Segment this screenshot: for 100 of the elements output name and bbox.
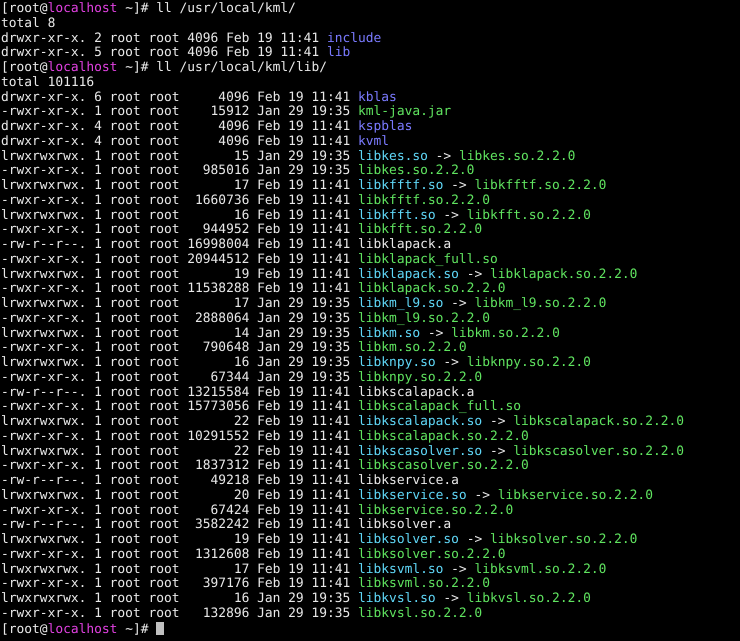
- file-name: libkscalapack.so.2.2.0: [358, 428, 529, 444]
- file-name: libkservice.so.2.2.0: [358, 502, 514, 518]
- file-info: -rw-r--r--. 1 root root 13215584 Feb 19 11:41: [1, 384, 350, 400]
- file-name: libkscalapack.so: [358, 414, 482, 429]
- file-info: -rwxr-xr-x. 1 root root 20944512 Feb 19 11:41: [1, 252, 350, 267]
- file-info: -rwxr-xr-x. 1 root root 15912 Jan 29 19:35: [1, 104, 350, 120]
- arrow-text: ->: [474, 488, 490, 503]
- total-text: total 101116: [1, 74, 94, 90]
- link-target: libksolver.so.2.2.0: [490, 532, 638, 547]
- file-name: libkfftf.so: [358, 178, 444, 193]
- command-text: ll /usr/local/kml/: [156, 1, 296, 16]
- file-name: include: [326, 30, 382, 46]
- file-info: lrwxrwxrwx. 1 root root 17 Feb 19 11:41: [1, 562, 350, 576]
- file-name: libksolver.a: [358, 517, 452, 532]
- cursor-icon: [156, 622, 164, 634]
- file-name: libkes.so: [358, 148, 428, 164]
- arrow-text: ->: [443, 208, 459, 222]
- file-info: drwxr-xr-x. 4 root root 4096 Feb 19 11:41: [1, 134, 350, 149]
- arrow-text: ->: [451, 296, 467, 311]
- arrow-text: ->: [451, 562, 467, 576]
- arrow-text: ->: [436, 148, 452, 164]
- file-info: -rwxr-xr-x. 1 root root 10291552 Feb 19 11:41: [1, 428, 350, 444]
- link-target: libkscasolver.so.2.2.0: [513, 444, 684, 458]
- file-name: libkm_l9.so: [358, 296, 444, 311]
- file-name: libksvml.so.2.2.0: [358, 576, 490, 592]
- link-target: libklapack.so.2.2.0: [490, 266, 638, 282]
- file-name: libkscasolver.so: [358, 444, 482, 458]
- file-info: lrwxrwxrwx. 1 root root 22 Feb 19 11:41: [1, 414, 350, 429]
- file-info: drwxr-xr-x. 2 root root 4096 Feb 19 11:41: [1, 30, 320, 46]
- shell-prompt: [root@localhost ~]#: [1, 622, 148, 636]
- file-name: libkm_l9.so.2.2.0: [358, 310, 490, 326]
- file-name: libkm.so.2.2.0: [358, 340, 467, 356]
- arrow-text: ->: [451, 178, 467, 193]
- file-name: libksolver.so: [358, 532, 459, 547]
- link-target: libkscalapack.so.2.2.0: [513, 414, 684, 429]
- command-text: ll /usr/local/kml/lib/: [156, 60, 327, 75]
- file-info: lrwxrwxrwx. 1 root root 16 Jan 29 19:35: [1, 355, 350, 370]
- link-target: libknpy.so.2.2.0: [466, 355, 591, 370]
- file-name: kblas: [358, 90, 397, 104]
- file-info: lrwxrwxrwx. 1 root root 19 Feb 19 11:41: [1, 266, 350, 282]
- file-name: libkscasolver.so.2.2.0: [358, 458, 529, 474]
- arrow-text: ->: [490, 444, 506, 458]
- file-name: libklapack.so.2.2.0: [358, 281, 506, 296]
- file-name: libknpy.so.2.2.0: [358, 370, 482, 385]
- file-info: -rwxr-xr-x. 1 root root 1660736 Feb 19 11:41: [1, 192, 350, 208]
- file-info: -rwxr-xr-x. 1 root root 790648 Jan 29 19:35: [1, 340, 350, 356]
- file-name: lib: [326, 45, 350, 60]
- link-target: libkvsl.so.2.2.0: [466, 591, 591, 606]
- file-name: libkservice.so: [358, 488, 467, 503]
- file-info: -rw-r--r--. 1 root root 49218 Feb 19 11:41: [1, 473, 350, 488]
- file-info: lrwxrwxrwx. 1 root root 17 Jan 29 19:35: [1, 296, 350, 311]
- file-info: -rwxr-xr-x. 1 root root 15773056 Feb 19 11:41: [1, 399, 350, 414]
- file-info: -rwxr-xr-x. 1 root root 2888064 Jan 29 19:35: [1, 310, 350, 326]
- file-info: -rwxr-xr-x. 1 root root 397176 Feb 19 11:41: [1, 576, 350, 592]
- arrow-text: ->: [443, 591, 459, 606]
- file-info: -rwxr-xr-x. 1 root root 67424 Feb 19 11:41: [1, 502, 350, 518]
- file-name: libkvsl.so.2.2.0: [358, 606, 482, 621]
- file-name: libkfft.so: [358, 208, 436, 222]
- file-name: kvml: [358, 134, 390, 149]
- file-name: kspblas: [358, 119, 412, 134]
- file-info: lrwxrwxrwx. 1 root root 16 Jan 29 19:35: [1, 591, 350, 606]
- file-info: lrwxrwxrwx. 1 root root 17 Feb 19 11:41: [1, 178, 350, 193]
- link-target: libkm_l9.so.2.2.0: [474, 296, 606, 311]
- arrow-text: ->: [428, 326, 444, 340]
- file-info: -rwxr-xr-x. 1 root root 1312608 Feb 19 11:41: [1, 546, 350, 562]
- link-target: libkservice.so.2.2.0: [498, 488, 653, 503]
- file-info: drwxr-xr-x. 4 root root 4096 Feb 19 11:41: [1, 119, 350, 134]
- arrow-text: ->: [466, 266, 482, 282]
- file-name: libklapack.a: [358, 237, 452, 252]
- file-name: libkvsl.so: [358, 591, 436, 606]
- file-info: -rw-r--r--. 1 root root 3582242 Feb 19 11:41: [1, 517, 350, 532]
- file-info: lrwxrwxrwx. 1 root root 15 Jan 29 19:35: [1, 148, 350, 164]
- arrow-text: ->: [443, 355, 459, 370]
- file-name: libkfft.so.2.2.0: [358, 222, 482, 238]
- file-info: -rwxr-xr-x. 1 root root 985016 Jan 29 19:35: [1, 163, 350, 178]
- file-info: -rwxr-xr-x. 1 root root 67344 Jan 29 19:35: [1, 370, 350, 385]
- file-name: libkscalapack_full.so: [358, 399, 521, 414]
- file-name: kml-java.jar: [358, 104, 452, 120]
- file-name: libksolver.so.2.2.0: [358, 546, 506, 562]
- file-info: drwxr-xr-x. 6 root root 4096 Feb 19 11:41: [1, 90, 350, 104]
- file-name: libkfftf.so.2.2.0: [358, 192, 490, 208]
- link-target: libkm.so.2.2.0: [451, 326, 560, 340]
- file-name: libklapack.so: [358, 266, 459, 282]
- arrow-text: ->: [490, 414, 506, 429]
- file-info: lrwxrwxrwx. 1 root root 20 Feb 19 11:41: [1, 488, 350, 503]
- file-info: lrwxrwxrwx. 1 root root 14 Jan 29 19:35: [1, 326, 350, 340]
- file-name: libkm.so: [358, 326, 420, 340]
- file-info: -rwxr-xr-x. 1 root root 944952 Feb 19 11:41: [1, 222, 350, 238]
- file-name: libkservice.a: [358, 473, 459, 488]
- file-name: libksvml.so: [358, 562, 444, 576]
- link-target: libksvml.so.2.2.0: [474, 562, 606, 576]
- link-target: libkfft.so.2.2.0: [466, 208, 591, 222]
- file-info: drwxr-xr-x. 5 root root 4096 Feb 19 11:41: [1, 45, 320, 60]
- file-name: libkes.so.2.2.0: [358, 163, 474, 178]
- file-name: libklapack_full.so: [358, 252, 498, 267]
- file-info: -rw-r--r--. 1 root root 16998004 Feb 19 11:41: [1, 237, 350, 252]
- file-info: lrwxrwxrwx. 1 root root 16 Feb 19 11:41: [1, 208, 350, 222]
- file-info: lrwxrwxrwx. 1 root root 22 Feb 19 11:41: [1, 444, 350, 458]
- total-text: total 8: [1, 16, 56, 31]
- file-info: -rwxr-xr-x. 1 root root 132896 Jan 29 19:35: [1, 606, 350, 621]
